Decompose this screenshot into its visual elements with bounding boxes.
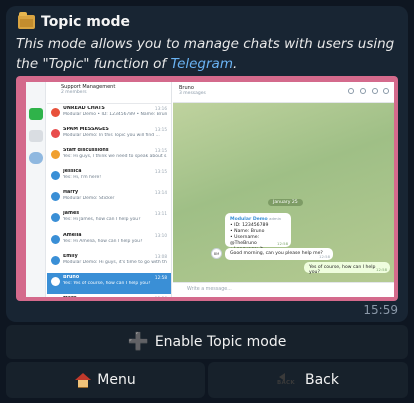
chat-avatar-icon: [51, 192, 60, 202]
folder-sidebar: [26, 82, 46, 297]
chat-preview: Yes: Yes of course, how can I help you?: [63, 280, 151, 286]
chat-avatar-icon: [51, 255, 60, 265]
chat-pane: Bruno 3 messages January 25 Modular Demo…: [173, 82, 394, 297]
chat-list-item[interactable]: UNREAD CHATS Modular Demo • ID: 123456789…: [47, 104, 171, 125]
chat-time: 12:58: [154, 274, 167, 280]
chat-avatar-icon: [51, 108, 60, 117]
message-title: Topic mode: [18, 12, 131, 30]
outgoing-time: 12:58: [376, 267, 387, 272]
search-icon: [348, 88, 354, 94]
menu-button[interactable]: Menu: [6, 362, 205, 398]
chat-name: Staff discussions: [63, 148, 109, 154]
network-icon: [29, 152, 43, 164]
group-members: 2 members: [61, 90, 87, 95]
telegram-screenshot: Support Management 2 members UNREAD CHAT…: [26, 82, 394, 297]
chat-name: Jessica: [63, 169, 82, 175]
chat-name: UNREAD CHATS: [63, 106, 105, 111]
menu-label: Menu: [97, 372, 136, 388]
more-icon: [383, 88, 389, 94]
chat-avatar-icon: [51, 150, 60, 160]
outgoing-message: Yes of course, how can I help you? 12:58: [304, 262, 390, 275]
back-arrow-icon: [277, 373, 299, 387]
message-time: 15:59: [363, 303, 398, 317]
chat-list-item[interactable]: Bruno Yes: Yes of course, how can I help …: [47, 272, 171, 294]
chat-time: 13:15: [154, 169, 167, 175]
outgoing-text: Yes of course, how can I help you?: [309, 265, 376, 275]
incoming-text: Good morning, can you please help me?: [230, 251, 323, 256]
chat-list-item[interactable]: Emily Modular Demo: Hi guys, it's time to…: [47, 252, 171, 273]
chat-preview: Yes: Hi, I'm here!: [63, 175, 102, 181]
chat-avatar-icon: [51, 129, 60, 139]
chat-list-header: Support Management 2 members: [47, 82, 171, 104]
chat-name: James: [63, 211, 80, 217]
chat-list-item[interactable]: MarkModular Demo: Hi, I need help about …: [47, 294, 171, 297]
chat-name: Bruno: [63, 274, 80, 280]
chat-time: 13:15: [154, 148, 167, 154]
call-icon: [360, 88, 366, 94]
info-time: 12:58: [277, 241, 288, 246]
folder-icon: [18, 12, 35, 29]
plus-icon: ➕: [127, 331, 149, 352]
chat-time: 13:08: [154, 253, 167, 259]
bot-folder-icon: [29, 130, 43, 142]
chat-time: 13:16: [154, 106, 167, 111]
chat-time: 13:11: [154, 211, 167, 217]
chat-avatar-icon: [51, 213, 60, 223]
chat-time: 13:14: [154, 190, 167, 196]
info-role: admin: [269, 216, 282, 221]
chat-preview: Modular Demo: Hi guys, it's time to go w…: [63, 259, 167, 265]
avatar: BM: [211, 248, 222, 259]
description-suffix: .: [232, 56, 238, 72]
enable-topic-mode-label: Enable Topic mode: [154, 334, 287, 350]
preview-media[interactable]: Support Management 2 members UNREAD CHAT…: [16, 76, 398, 301]
info-sender: Modular Demo: [230, 217, 268, 222]
bot-message: Topic mode This mode allows you to manag…: [6, 6, 408, 322]
chat-name: Harry: [63, 190, 79, 196]
chat-name: Emily: [63, 253, 78, 259]
chat-time: 13:15: [154, 127, 167, 133]
chat-preview: Yes: Hi Amelia, how can I help you?: [63, 238, 143, 244]
chat-avatar-icon: [51, 276, 60, 286]
chat-list-item[interactable]: James Yes: Hi James, how can I help you? 1…: [47, 209, 171, 230]
back-button[interactable]: Back: [208, 362, 408, 398]
chat-header: Bruno 3 messages: [173, 82, 394, 103]
chat-name: Amelia: [63, 232, 82, 238]
chat-time: 13:10: [154, 232, 167, 238]
message-description: This mode allows you to manage chats wit…: [16, 34, 402, 74]
telegram-link[interactable]: Telegram: [170, 56, 232, 72]
chat-name: Mark: [63, 296, 167, 297]
incoming-message: Good morning, can you please help me? 12…: [225, 248, 333, 260]
chat-preview: Yes: Hi James, how can I help you?: [63, 217, 141, 223]
chat-name: SPAM MESSAGES: [63, 127, 109, 133]
enable-topic-mode-button[interactable]: ➕ Enable Topic mode: [6, 325, 408, 359]
chat-preview: Modular Demo: Sticker: [63, 196, 115, 202]
chat-list-item[interactable]: Amelia Yes: Hi Amelia, how can I help you…: [47, 231, 171, 252]
chat-preview: Modular Demo: In this Topic you will fin…: [63, 133, 160, 139]
house-icon: [75, 373, 92, 388]
chat-preview: Modular Demo • ID: 123456789 • Name: Bru…: [63, 112, 167, 117]
chat-folder-icon: [29, 108, 43, 120]
date-label: January 25: [268, 199, 303, 206]
message-title-text: Topic mode: [41, 14, 131, 30]
incoming-time: 12:58: [319, 254, 330, 259]
chat-list-item[interactable]: SPAM MESSAGES Modular Demo: In this Topic…: [47, 125, 171, 146]
info-icon: [372, 88, 378, 94]
message-input: Write a message...: [173, 282, 394, 297]
chat-avatar-icon: [51, 171, 60, 181]
chat-subtitle: 3 messages: [179, 91, 206, 96]
info-bubble: Modular Demo admin • ID: 123456789 • Nam…: [225, 213, 291, 252]
back-label: Back: [305, 372, 339, 388]
chat-list-item[interactable]: Staff discussions Yes: Hi guys, I think w…: [47, 146, 171, 167]
chat-list-item[interactable]: Harry Modular Demo: Sticker 13:14: [47, 188, 171, 209]
chat-list-item[interactable]: Jessica Yes: Hi, I'm here! 13:15: [47, 167, 171, 188]
chat-preview: Yes: Hi guys, I think we need to speak a…: [63, 154, 167, 160]
chat-list: Support Management 2 members UNREAD CHAT…: [47, 82, 172, 297]
chat-time: 12:56: [155, 296, 167, 297]
chat-avatar-icon: [51, 234, 60, 244]
